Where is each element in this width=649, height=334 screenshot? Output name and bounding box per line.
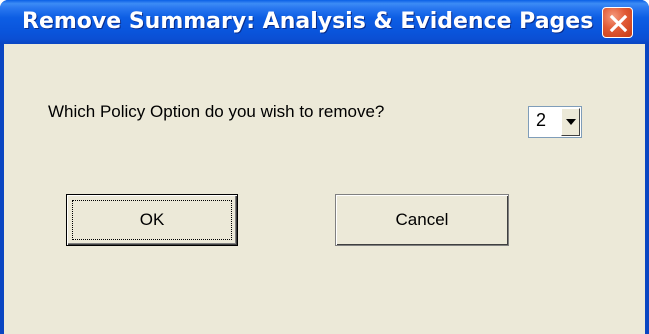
dialog-body: Which Policy Option do you wish to remov…: [4, 44, 645, 334]
title-bar[interactable]: Remove Summary: Analysis & Evidence Page…: [0, 0, 649, 44]
policy-option-select[interactable]: 2: [528, 106, 582, 138]
ok-button[interactable]: OK: [66, 194, 238, 246]
cancel-button-label: Cancel: [395, 210, 449, 229]
dialog-title: Remove Summary: Analysis & Evidence Page…: [22, 9, 594, 34]
dropdown-button[interactable]: [561, 108, 580, 136]
dialog-window: Remove Summary: Analysis & Evidence Page…: [0, 0, 649, 334]
prompt-label: Which Policy Option do you wish to remov…: [48, 102, 385, 121]
ok-button-label: OK: [139, 210, 165, 229]
cancel-button[interactable]: Cancel: [335, 194, 509, 246]
chevron-down-icon: [566, 119, 576, 125]
close-icon: [609, 14, 628, 33]
window-border-right: [645, 44, 649, 334]
policy-option-value: 2: [536, 110, 547, 130]
close-button[interactable]: [602, 7, 633, 38]
